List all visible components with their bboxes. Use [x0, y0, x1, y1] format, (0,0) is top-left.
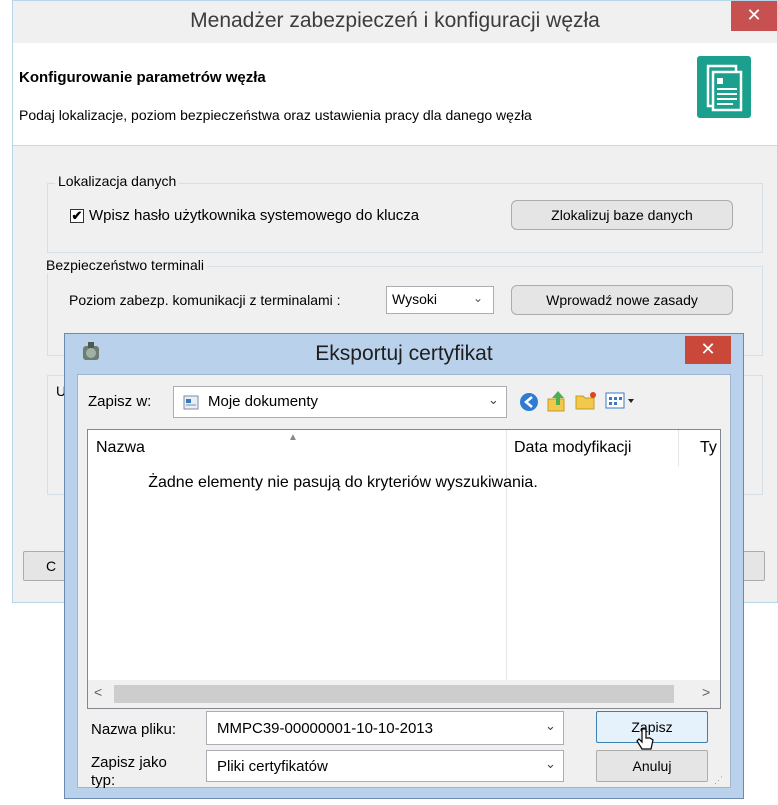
- save-in-value: Moje dokumenty: [208, 393, 319, 410]
- export-certificate-dialog: Eksportuj certyfikat ✕ Zapisz w: Moje do…: [64, 333, 744, 799]
- security-level-select[interactable]: Wysoki ⌄: [386, 286, 494, 314]
- column-divider: [506, 430, 507, 680]
- new-rules-button[interactable]: Wprowadź nowe zasady: [511, 285, 733, 315]
- view-menu-icon[interactable]: [604, 390, 638, 412]
- column-divider: [678, 430, 679, 466]
- new-folder-icon[interactable]: [574, 390, 598, 412]
- main-close-button[interactable]: ✕: [731, 1, 777, 31]
- column-header-type[interactable]: Ty: [700, 430, 717, 466]
- filename-value: MMPC39-00000001-10-10-2013: [217, 720, 433, 737]
- main-titlebar: Menadżer zabezpieczeń i konfiguracji węz…: [13, 1, 777, 43]
- sort-ascending-icon: ▲: [288, 432, 298, 443]
- chevron-down-icon: ⌄: [488, 392, 499, 407]
- wizard-header: Konfigurowanie parametrów węzła Podaj lo…: [13, 43, 777, 146]
- dialog-body: Zapisz w: Moje dokumenty ⌄ Nazwa ▲ Data …: [77, 374, 731, 789]
- main-window-title: Menadżer zabezpieczeń i konfiguracji węz…: [190, 9, 600, 32]
- column-header-name[interactable]: Nazwa: [96, 430, 145, 466]
- empty-list-message: Żadne elementy nie pasują do kryteriów w…: [148, 474, 538, 491]
- dialog-close-button[interactable]: ✕: [685, 336, 731, 364]
- security-level-label: Poziom zabezp. komunikacji z terminalami…: [69, 292, 341, 308]
- filetype-label: Zapisz jako typ:: [91, 754, 167, 789]
- hand-cursor-icon: [636, 727, 656, 755]
- save-in-label: Zapisz w:: [88, 393, 152, 410]
- data-location-legend: Lokalizacja danych: [55, 173, 180, 189]
- dialog-title: Eksportuj certyfikat: [315, 342, 493, 365]
- save-in-select[interactable]: Moje dokumenty ⌄: [173, 386, 507, 418]
- horizontal-scrollbar[interactable]: < >: [88, 680, 720, 708]
- scroll-left-arrow[interactable]: <: [94, 684, 102, 700]
- file-list[interactable]: Nazwa ▲ Data modyfikacji Ty Żadne elemen…: [87, 429, 721, 709]
- security-level-value: Wysoki: [392, 291, 437, 307]
- filename-input[interactable]: MMPC39-00000001-10-10-2013 ⌄: [206, 711, 564, 745]
- filetype-select[interactable]: Pliki certyfikatów ⌄: [206, 750, 564, 782]
- header-title: Konfigurowanie parametrów węzła: [19, 69, 266, 86]
- column-header-date[interactable]: Data modyfikacji: [514, 430, 631, 466]
- documents-folder-icon: [182, 393, 200, 411]
- resize-grip-icon[interactable]: ⋰: [714, 775, 726, 785]
- header-description: Podaj lokalizacje, poziom bezpieczeństwa…: [19, 107, 532, 123]
- filetype-value: Pliki certyfikatów: [217, 758, 328, 775]
- back-arrow-icon[interactable]: [518, 391, 540, 413]
- up-folder-icon[interactable]: [546, 389, 568, 413]
- scroll-right-arrow[interactable]: >: [702, 684, 710, 700]
- document-list-icon: [697, 56, 751, 118]
- filename-label: Nazwa pliku:: [91, 721, 177, 738]
- scrollbar-thumb[interactable]: [114, 685, 674, 703]
- user-password-checkbox-label: Wpisz hasło użytkownika systemowego do k…: [89, 207, 420, 224]
- chevron-down-icon: ⌄: [473, 291, 484, 305]
- chevron-down-icon: ⌄: [545, 718, 556, 733]
- terminal-security-legend: Bezpieczeństwo terminali: [43, 257, 207, 273]
- chevron-down-icon: ⌄: [545, 756, 556, 771]
- locate-database-button[interactable]: Zlokalizuj baze danych: [511, 200, 733, 230]
- user-password-checkbox[interactable]: ✔: [70, 209, 84, 223]
